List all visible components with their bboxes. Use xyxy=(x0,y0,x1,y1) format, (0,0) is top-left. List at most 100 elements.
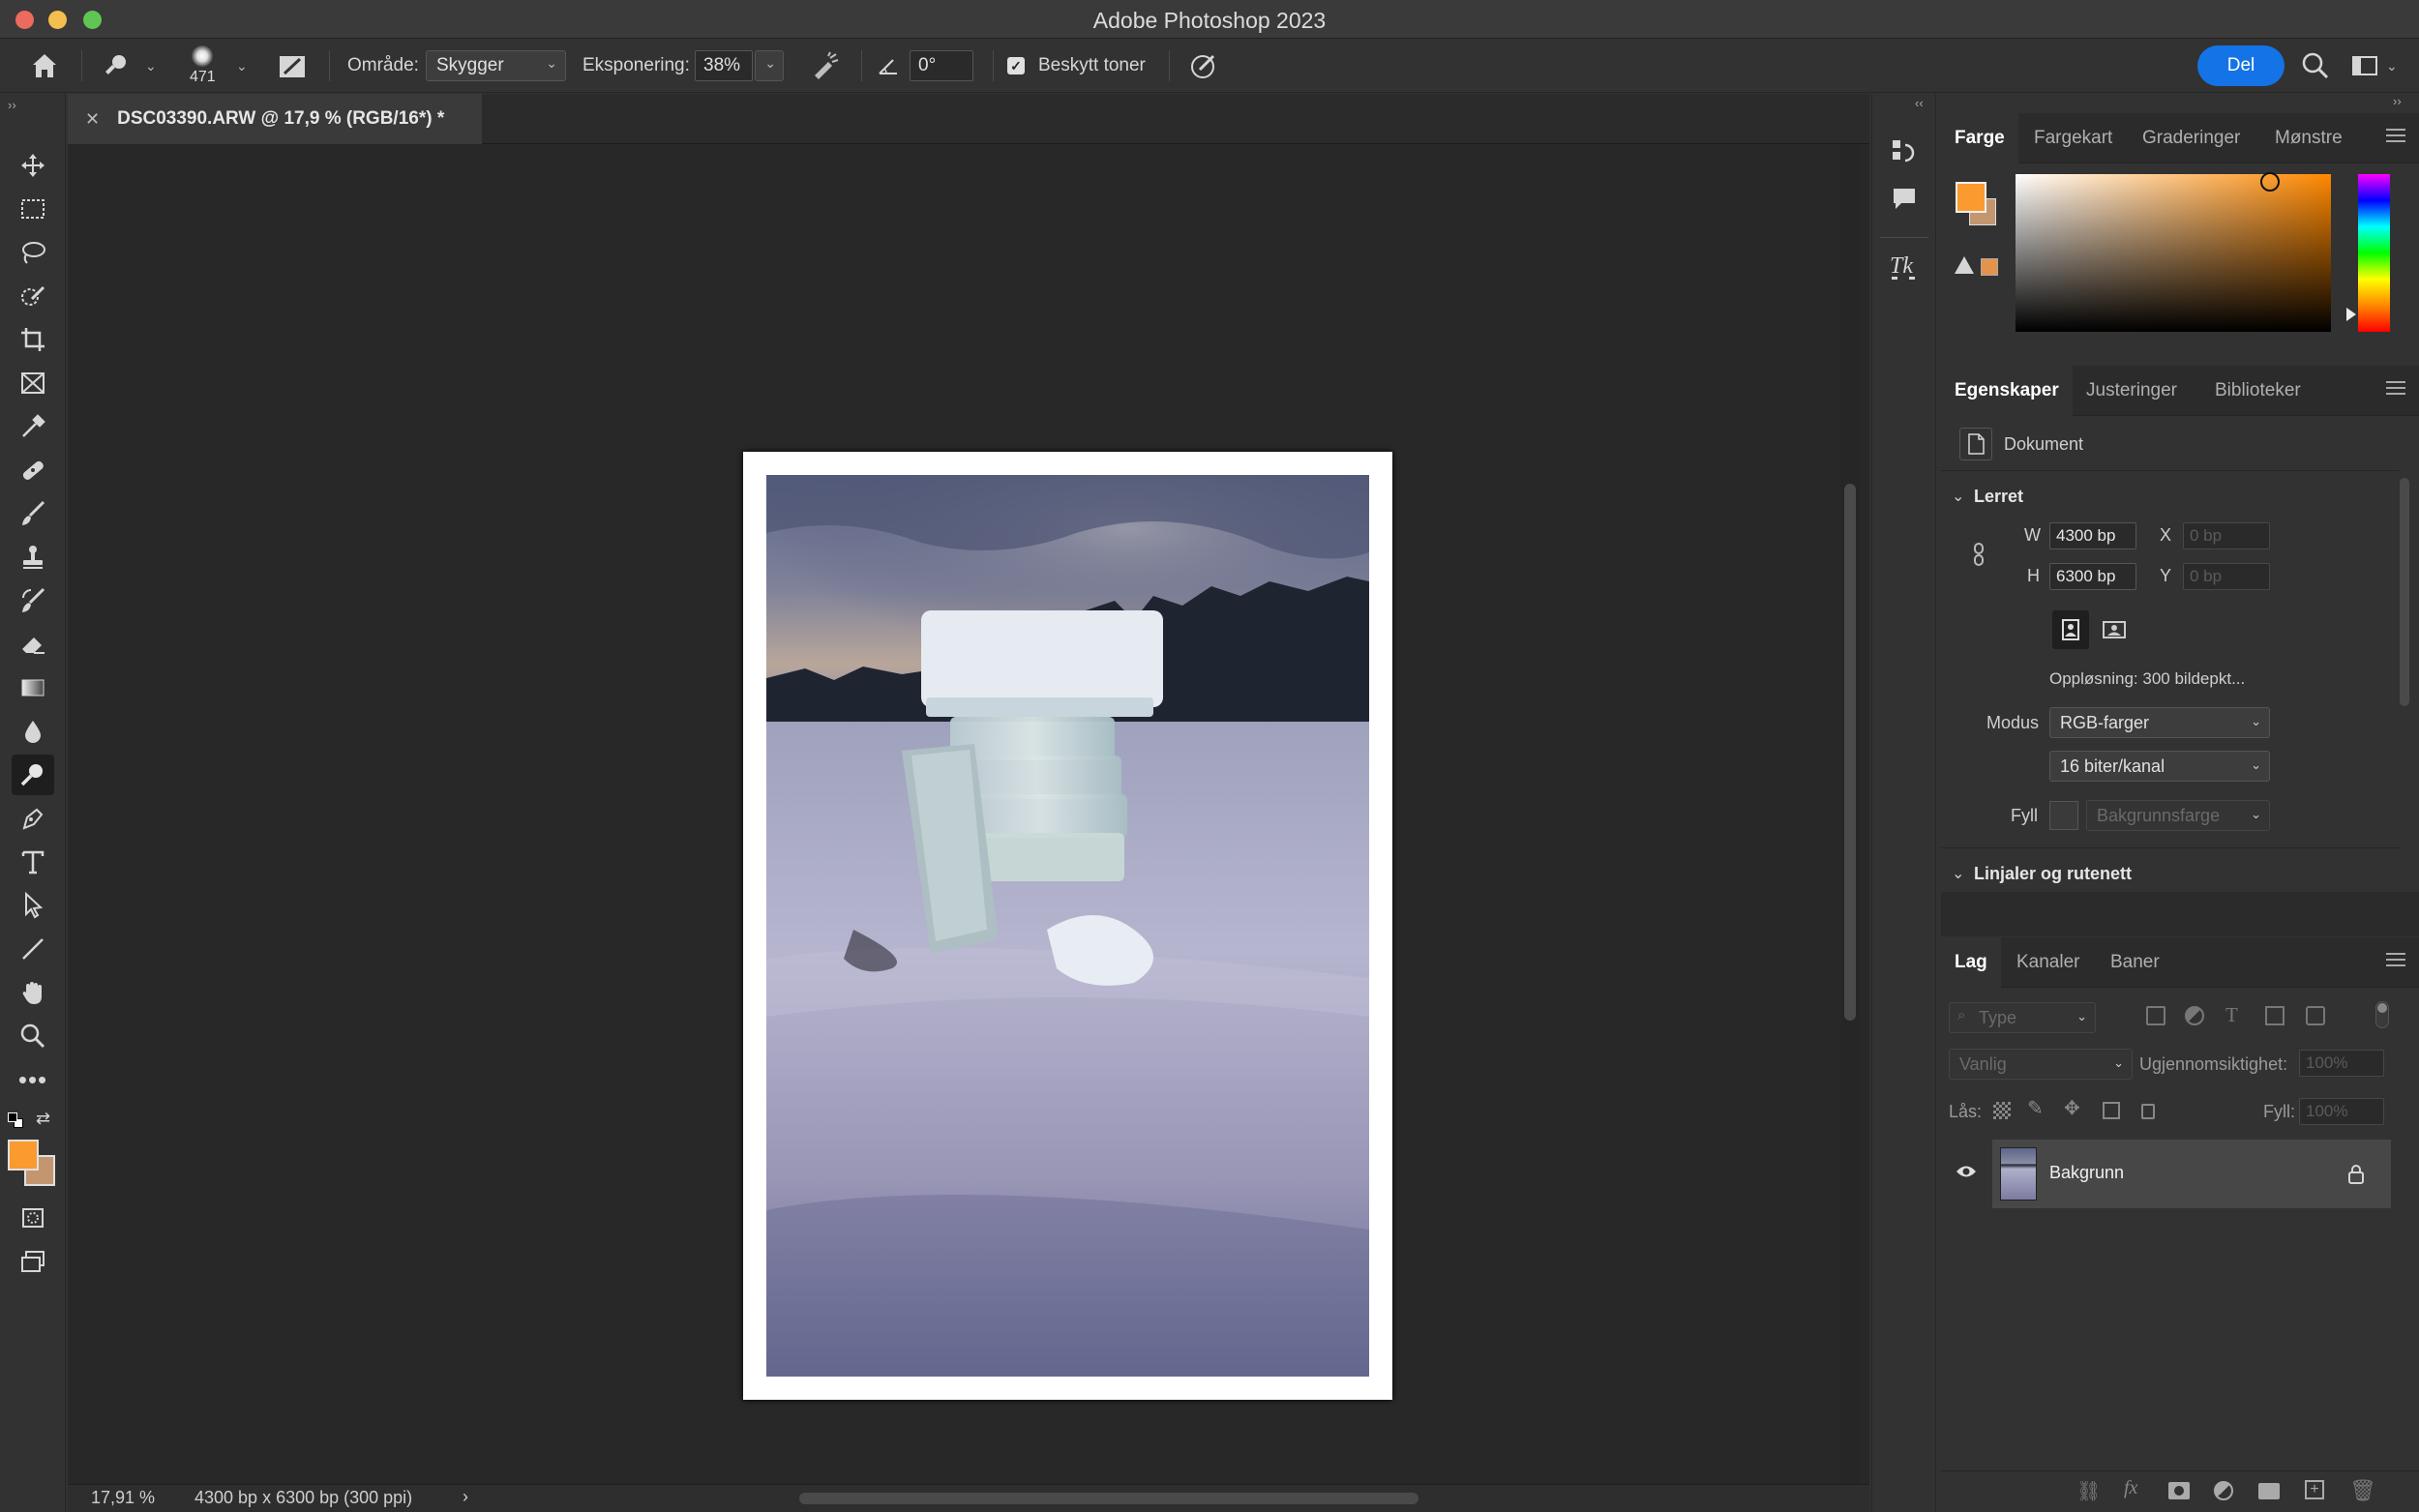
collapse-dock-icon[interactable]: ‹‹ xyxy=(1915,96,1924,110)
eraser-tool[interactable] xyxy=(12,624,54,665)
chevron-down-icon[interactable]: ⌄ xyxy=(1952,864,1964,883)
search-button[interactable] xyxy=(2301,39,2330,93)
edit-toolbar-button[interactable]: ••• xyxy=(12,1059,54,1100)
home-button[interactable] xyxy=(29,39,60,93)
zoom-level[interactable]: 17,91 % xyxy=(91,1488,155,1508)
exposure-input[interactable]: 38% xyxy=(695,50,753,81)
chevron-down-icon[interactable]: ⌄ xyxy=(1952,487,1964,506)
foreground-color-swatch[interactable] xyxy=(8,1140,39,1171)
eyedropper-tool[interactable] xyxy=(12,406,54,447)
history-panel-button[interactable] xyxy=(1885,133,1924,171)
tab-adjustments[interactable]: Justeringer xyxy=(2086,366,2177,416)
tab-channels[interactable]: Kanaler xyxy=(2016,937,2080,988)
exposure-slider-toggle[interactable]: ⌄ xyxy=(755,50,784,81)
tab-properties[interactable]: Egenskaper xyxy=(1941,366,2073,416)
vertical-scroll-thumb[interactable] xyxy=(1844,484,1856,1021)
filter-adjustment-layers-icon[interactable] xyxy=(2185,1006,2204,1025)
pen-tool[interactable] xyxy=(12,798,54,839)
pressure-size-button[interactable] xyxy=(1188,39,1219,93)
lock-position-icon[interactable]: ✥ xyxy=(2064,1096,2080,1120)
screen-mode-button[interactable] xyxy=(12,1241,54,1282)
opacity-input[interactable]: 100% xyxy=(2299,1050,2384,1077)
collapse-panels-icon[interactable]: ›› xyxy=(2393,94,2402,108)
frame-tool[interactable] xyxy=(12,363,54,403)
tool-preset-picker[interactable]: ⌄ xyxy=(101,39,157,93)
gamut-color-swatch[interactable] xyxy=(1981,258,1998,276)
blur-tool[interactable] xyxy=(12,711,54,752)
clone-stamp-tool[interactable] xyxy=(12,537,54,578)
panel-menu-icon[interactable] xyxy=(2386,381,2405,397)
bit-depth-select[interactable]: 16 biter/kanal ⌄ xyxy=(2049,751,2270,782)
tab-paths[interactable]: Baner xyxy=(2110,937,2160,988)
layer-visibility-toggle[interactable] xyxy=(1956,1164,1977,1184)
angle-input[interactable]: 0° xyxy=(910,50,973,81)
layer-fill-input[interactable]: 100% xyxy=(2299,1098,2384,1125)
link-dimensions-icon[interactable] xyxy=(1970,542,1989,567)
character-panel-button[interactable]: Tk xyxy=(1885,247,1924,285)
layer-name[interactable]: Bakgrunn xyxy=(2049,1163,2124,1183)
delete-layer-icon[interactable]: 🗑 xyxy=(2349,1478,2376,1503)
tab-gradients[interactable]: Graderinger xyxy=(2142,113,2240,163)
fill-color-swatch[interactable] xyxy=(2049,801,2078,830)
hue-slider-handle[interactable] xyxy=(2346,308,2356,321)
quick-selection-tool[interactable] xyxy=(12,276,54,316)
crop-tool[interactable] xyxy=(12,319,54,360)
tab-libraries[interactable]: Biblioteker xyxy=(2215,366,2301,416)
filter-smart-objects-icon[interactable] xyxy=(2306,1006,2325,1025)
portrait-orientation-button[interactable] xyxy=(2052,610,2089,649)
protect-tones-checkbox[interactable]: ✓ xyxy=(1007,57,1025,74)
line-tool[interactable] xyxy=(12,929,54,969)
horizontal-scroll-thumb[interactable] xyxy=(799,1493,1419,1504)
close-tab-icon[interactable]: ✕ xyxy=(85,109,100,130)
filter-toggle-icon[interactable] xyxy=(2375,1001,2389,1028)
hand-tool[interactable] xyxy=(12,972,54,1013)
marquee-tool[interactable] xyxy=(12,189,54,229)
lock-all-icon[interactable] xyxy=(2141,1104,2155,1119)
move-tool[interactable] xyxy=(12,145,54,186)
y-input[interactable]: 0 bp xyxy=(2183,563,2270,590)
healing-brush-tool[interactable] xyxy=(12,450,54,490)
path-selection-tool[interactable] xyxy=(12,885,54,926)
fill-select[interactable]: Bakgrunnsfarge ⌄ xyxy=(2086,800,2270,831)
default-colors-icon[interactable] xyxy=(8,1112,23,1128)
color-mode-select[interactable]: RGB-farger ⌄ xyxy=(2049,707,2270,738)
blend-mode-select[interactable]: Vanlig ⌄ xyxy=(1949,1049,2133,1080)
layer-row[interactable]: Bakgrunn xyxy=(1992,1140,2391,1208)
lock-pixels-icon[interactable]: ✎ xyxy=(2027,1096,2044,1120)
tab-layers[interactable]: Lag xyxy=(1941,937,2001,988)
new-group-icon[interactable] xyxy=(2258,1483,2280,1499)
layer-lock-icon[interactable] xyxy=(2347,1165,2365,1189)
chevron-right-icon[interactable]: › xyxy=(463,1487,468,1507)
history-brush-tool[interactable] xyxy=(12,580,54,621)
document-tab[interactable]: ✕ DSC03390.ARW @ 17,9 % (RGB/16*) * xyxy=(68,94,482,144)
width-input[interactable]: 4300 bp xyxy=(2049,522,2136,549)
properties-scrollbar[interactable] xyxy=(2400,478,2409,706)
hue-slider[interactable] xyxy=(2358,174,2390,332)
height-input[interactable]: 6300 bp xyxy=(2049,563,2136,590)
add-mask-icon[interactable] xyxy=(2168,1482,2190,1499)
tab-color[interactable]: Farge xyxy=(1941,113,2018,163)
document-info[interactable]: 4300 bp x 6300 bp (300 ppi) xyxy=(194,1488,412,1508)
gradient-tool[interactable] xyxy=(12,667,54,708)
tab-swatches[interactable]: Fargekart xyxy=(2034,113,2112,163)
x-input[interactable]: 0 bp xyxy=(2183,522,2270,549)
lock-artboard-icon[interactable] xyxy=(2103,1102,2120,1119)
brush-preset-picker[interactable]: 471 xyxy=(190,39,216,93)
color-panel-fg-swatch[interactable] xyxy=(1956,182,1986,213)
link-layers-icon[interactable]: ⛓ xyxy=(2076,1479,2101,1503)
panel-menu-icon[interactable] xyxy=(2386,953,2405,968)
toggle-brush-settings-button[interactable] xyxy=(277,39,308,93)
dodge-tool[interactable] xyxy=(12,755,54,795)
color-field[interactable] xyxy=(2016,174,2331,332)
tab-patterns[interactable]: Mønstre xyxy=(2275,113,2343,163)
layer-style-icon[interactable]: fx xyxy=(2124,1477,2137,1499)
landscape-orientation-button[interactable] xyxy=(2096,610,2133,649)
lock-transparency-icon[interactable] xyxy=(1993,1102,2011,1119)
comments-panel-button[interactable] xyxy=(1885,179,1924,218)
filter-type-layers-icon[interactable]: T xyxy=(2225,1003,2238,1027)
workspace-switcher[interactable]: ⌄ xyxy=(2351,39,2398,93)
type-tool[interactable] xyxy=(12,842,54,882)
new-layer-icon[interactable]: + xyxy=(2305,1480,2324,1499)
expand-toolbar-icon[interactable]: ›› xyxy=(8,98,16,112)
lasso-tool[interactable] xyxy=(12,232,54,273)
